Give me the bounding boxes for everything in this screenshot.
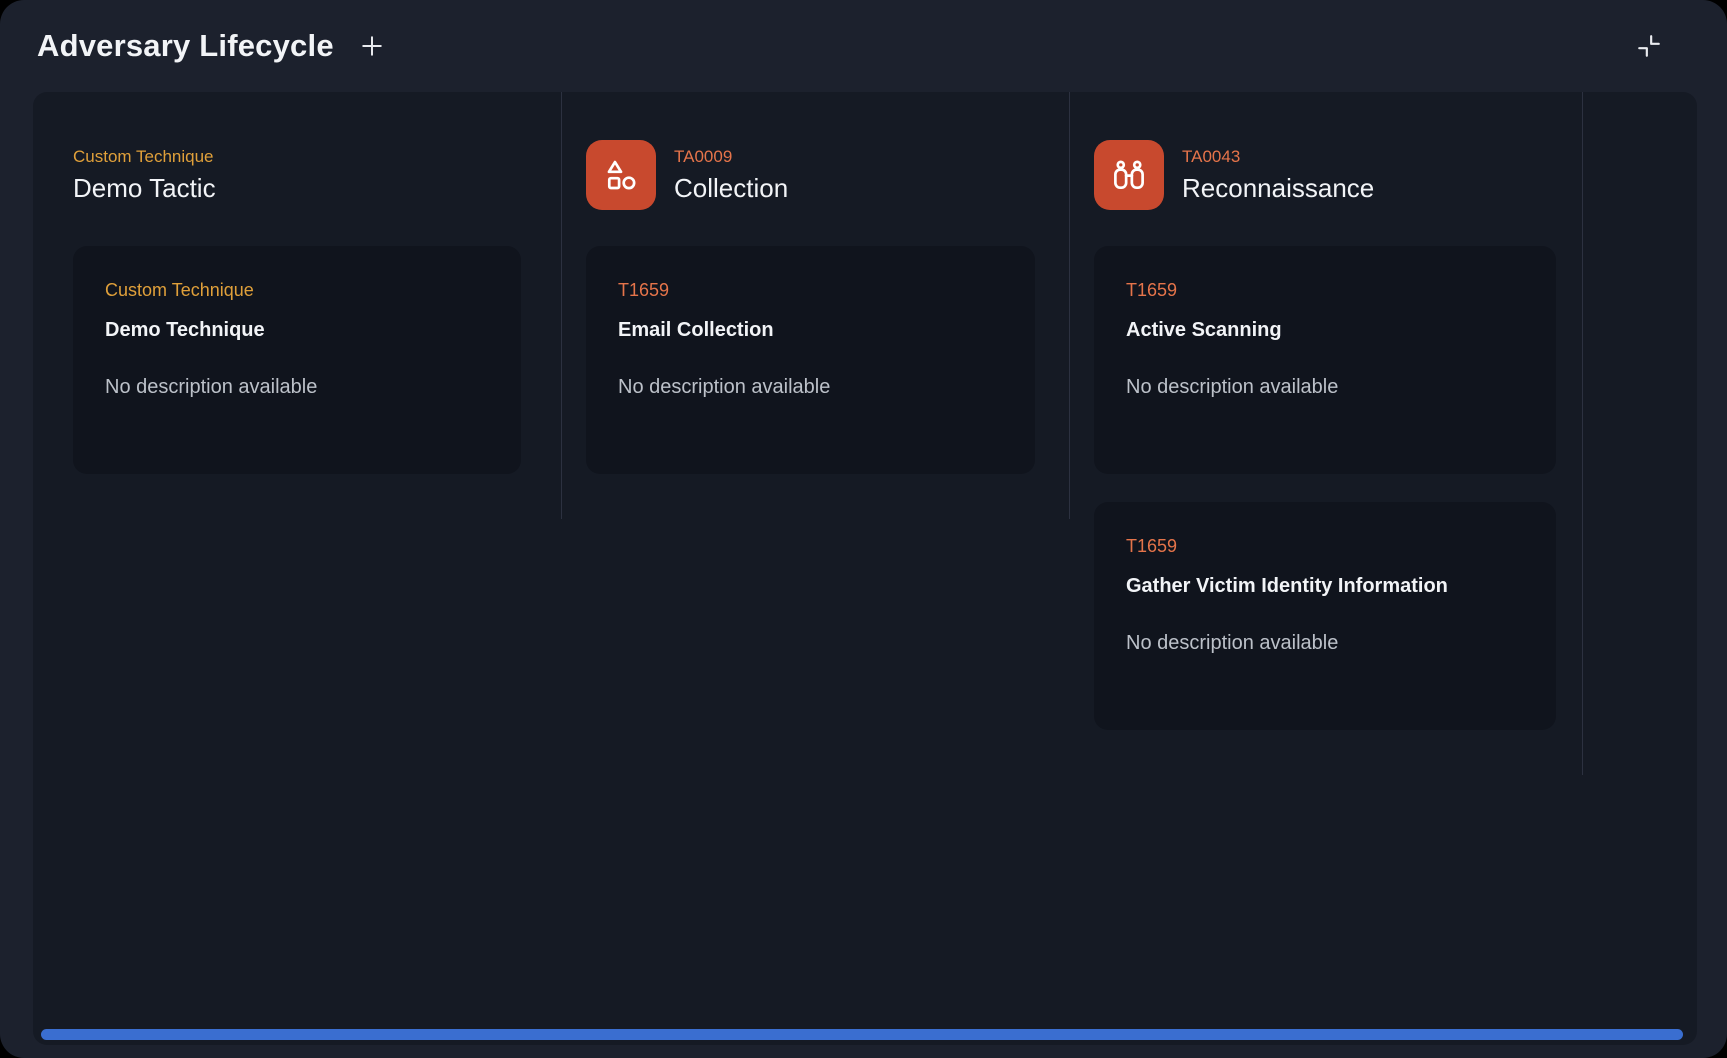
tactic-header: TA0043 Reconnaissance — [1094, 140, 1556, 210]
technique-card-email-collection[interactable]: T1659 Email Collection No description av… — [586, 246, 1035, 474]
page-title: Adversary Lifecycle — [37, 28, 334, 64]
technique-id: T1659 — [1126, 536, 1524, 557]
tactic-column-demo-tactic: Custom Technique Demo Tactic Custom Tech… — [33, 92, 562, 519]
shapes-icon — [586, 140, 656, 210]
tactic-name: Reconnaissance — [1182, 173, 1374, 204]
technique-id: T1659 — [618, 280, 1003, 301]
tactic-column-collection: TA0009 Collection T1659 Email Collection… — [562, 92, 1070, 519]
collapse-button[interactable] — [1629, 26, 1669, 66]
horizontal-scrollbar[interactable] — [41, 1029, 1683, 1040]
technique-title: Active Scanning — [1126, 319, 1524, 342]
technique-title: Gather Victim Identity Information — [1126, 575, 1524, 598]
tactic-header: TA0009 Collection — [586, 140, 1035, 210]
technique-id: T1659 — [1126, 280, 1524, 301]
tactic-header: Custom Technique Demo Tactic — [73, 140, 521, 210]
technique-card-demo-technique[interactable]: Custom Technique Demo Technique No descr… — [73, 246, 521, 474]
tactic-id: Custom Technique — [73, 147, 216, 167]
widget-header: Adversary Lifecycle — [0, 0, 1727, 92]
tactic-id: TA0009 — [674, 147, 788, 167]
add-button[interactable] — [352, 26, 392, 66]
tactic-meta: TA0043 Reconnaissance — [1182, 147, 1374, 204]
technique-description: No description available — [105, 376, 489, 399]
technique-card-gather-victim-identity-information[interactable]: T1659 Gather Victim Identity Information… — [1094, 502, 1556, 730]
plus-icon — [358, 32, 386, 60]
tactic-meta: TA0009 Collection — [674, 147, 788, 204]
tactic-name: Demo Tactic — [73, 173, 216, 204]
tactic-id: TA0043 — [1182, 147, 1374, 167]
lifecycle-panel: Custom Technique Demo Tactic Custom Tech… — [33, 92, 1697, 1045]
technique-description: No description available — [1126, 376, 1524, 399]
adversary-lifecycle-widget: Adversary Lifecycle Custom Techniq — [0, 0, 1727, 1058]
collapse-icon — [1636, 33, 1662, 59]
binoculars-icon — [1094, 140, 1164, 210]
technique-id: Custom Technique — [105, 280, 489, 301]
technique-title: Demo Technique — [105, 319, 489, 342]
technique-description: No description available — [1126, 632, 1524, 655]
technique-card-active-scanning[interactable]: T1659 Active Scanning No description ava… — [1094, 246, 1556, 474]
tactic-column-reconnaissance: TA0043 Reconnaissance T1659 Active Scann… — [1070, 92, 1583, 775]
tactic-meta: Custom Technique Demo Tactic — [73, 147, 216, 204]
technique-title: Email Collection — [618, 319, 1003, 342]
technique-description: No description available — [618, 376, 1003, 399]
tactic-name: Collection — [674, 173, 788, 204]
